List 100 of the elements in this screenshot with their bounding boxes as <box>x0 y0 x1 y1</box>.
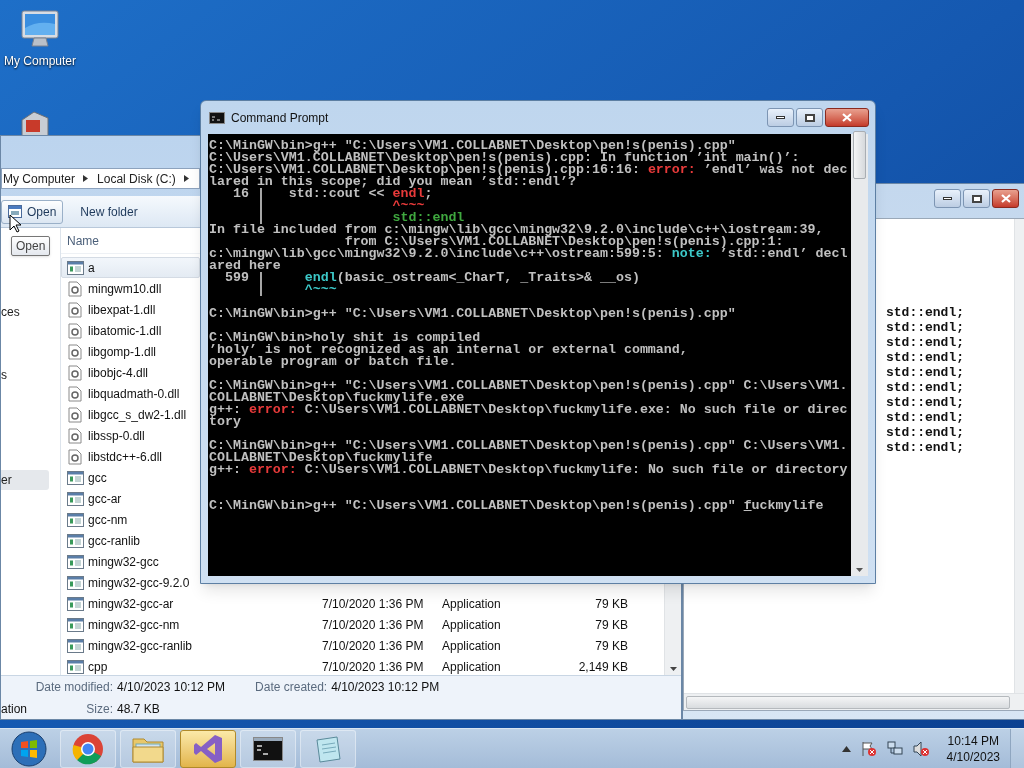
nav-item[interactable]: s <box>1 365 49 385</box>
file-row[interactable]: libexpat-1.dll <box>61 299 200 320</box>
breadcrumb-item[interactable]: Local Disk (C:) <box>96 169 176 188</box>
terminal-line: C:\MinGW\bin>g++ "C:\Users\VM1.COLLABNET\Desktop\pen!s(penis).cpp" C:\Users\VM1. <box>209 380 849 392</box>
application-icon <box>66 596 84 611</box>
file-row[interactable]: gcc-nm <box>61 509 200 530</box>
maximize-button[interactable] <box>796 108 823 127</box>
file-row[interactable]: mingw32-gcc-nm 7/10/2020 1:36 PM Application 79 KB <box>61 614 661 635</box>
file-row[interactable]: libssp-0.dll <box>61 425 200 446</box>
toolbar-button[interactable]: Open <box>1 199 64 224</box>
terminal-line: ’holy’ is not recognized as an internal or external command, <box>209 344 689 356</box>
scrollbar[interactable] <box>851 134 868 576</box>
terminal-line: 599 | endl(basic_ostream<_CharT, _Traits>& __os) <box>223 272 641 284</box>
file-name: libatomic-1.dll <box>88 322 162 340</box>
scroll-down-icon[interactable] <box>669 667 677 671</box>
application-icon <box>66 491 84 506</box>
nav-item[interactable]: er <box>1 470 49 490</box>
console-icon <box>209 111 225 124</box>
file-row[interactable]: libgcc_s_dw2-1.dll <box>61 404 200 425</box>
terminal-line: | ^~~~ <box>255 284 337 296</box>
terminal-line: C:\Users\VM1.COLLABNET\Desktop\pen!s(penis).cpp:16:16: error: ’endl’ was not dec <box>209 164 849 176</box>
chevron-icon <box>83 175 89 182</box>
detail-label: Size: <box>85 700 113 718</box>
close-button[interactable] <box>825 108 869 127</box>
maximize-button[interactable] <box>963 189 990 208</box>
file-row[interactable]: gcc <box>61 467 200 488</box>
date-cell-text: 7/10/2020 1:36 PM <box>322 595 425 613</box>
file-row[interactable]: a <box>61 257 200 278</box>
application-icon <box>66 470 84 485</box>
file-row[interactable]: libquadmath-0.dll <box>61 383 200 404</box>
close-icon <box>1000 194 1011 203</box>
type-cell-text: Application <box>442 637 502 655</box>
application-icon <box>66 533 84 548</box>
file-row[interactable]: mingw32-gcc <box>61 551 200 572</box>
code-line: std::endl; <box>886 395 965 410</box>
file-row[interactable]: libobjc-4.dll <box>61 362 200 383</box>
file-name: libexpat-1.dll <box>88 301 156 319</box>
code-line: std::endl; <box>886 380 965 395</box>
terminal-line: ared here <box>209 260 281 272</box>
nav-item[interactable]: ces <box>1 302 49 322</box>
toolbar-button[interactable]: New folder <box>73 199 145 224</box>
size-cell-text: 79 KB <box>594 637 628 655</box>
file-name: libobjc-4.dll <box>88 364 149 382</box>
terminal-line: lared in this scope; did you mean ’std::endl’? <box>209 176 577 188</box>
column-header[interactable]: Name <box>67 231 99 250</box>
scrollbar[interactable] <box>684 693 1024 710</box>
start-button[interactable] <box>9 730 49 767</box>
gear-file-icon <box>68 448 82 465</box>
minimize-button[interactable] <box>934 189 961 208</box>
gear-file-icon <box>68 385 82 402</box>
terminal-line: C:\MinGW\bin>g++ "C:\Users\VM1.COLLABNET\Desktop\pen!s(penis).cpp" fuckmylife <box>209 500 825 512</box>
date-cell-text: 7/10/2020 1:36 PM <box>322 616 425 634</box>
file-name: gcc <box>88 469 107 487</box>
file-row[interactable]: libstdc++-6.dll <box>61 446 200 467</box>
scroll-thumb[interactable] <box>853 131 866 179</box>
network-icon[interactable] <box>886 740 903 757</box>
code-line: std::endl; <box>886 410 965 425</box>
clock-time[interactable]: 10:14 PM <box>947 732 999 749</box>
flag-icon[interactable] <box>860 740 877 757</box>
file-name: mingw32-gcc <box>88 553 159 571</box>
clock-date[interactable]: 4/10/2023 <box>946 748 1000 765</box>
file-name: mingw32-gcc-ranlib <box>88 637 193 655</box>
terminal-line: | std::endl <box>256 212 465 224</box>
terminal-line: g++: error: C:\Users\VM1.COLLABNET\Desktop\fuckmylife: No such file or directory <box>209 464 849 476</box>
gear-file-icon <box>68 322 82 339</box>
terminal-line: | ^~~~ <box>255 200 425 212</box>
file-row[interactable]: mingw32-gcc-ar 7/10/2020 1:36 PM Application 79 KB <box>61 593 661 614</box>
terminal-line: C:\MinGW\bin>g++ "C:\Users\VM1.COLLABNET\Desktop\pen!s(penis).cpp" C:\Users\VM1. <box>209 440 849 452</box>
application-icon <box>66 554 84 569</box>
file-name: libgomp-1.dll <box>88 343 157 361</box>
detail-value: 4/10/2023 10:12 PM <box>117 678 226 696</box>
file-row[interactable]: mingwm10.dll <box>61 278 200 299</box>
terminal-line: COLLABNET\Desktop\fuckmylife.exe <box>209 392 465 404</box>
file-name: gcc-nm <box>88 511 128 529</box>
detail-label: Date created: <box>255 678 328 696</box>
terminal-line: operable program or batch file. <box>209 356 458 368</box>
address-bar[interactable]: My Computer Local Disk (C:) <box>1 168 200 189</box>
minimize-button[interactable] <box>767 108 794 127</box>
gear-file-icon <box>68 364 82 381</box>
code-line: std::endl; <box>886 320 965 335</box>
speaker-muted-icon[interactable] <box>912 740 929 757</box>
file-name: cpp <box>88 658 108 675</box>
close-icon <box>842 113 852 122</box>
desktop-icon-label[interactable]: My Computer <box>4 54 76 68</box>
file-row[interactable]: gcc-ar <box>61 488 200 509</box>
terminal-line: COLLABNET\Desktop\fuckmylife <box>209 452 433 464</box>
file-row[interactable]: mingw32-gcc-ranlib 7/10/2020 1:36 PM Application 79 KB <box>61 635 661 656</box>
file-row[interactable]: cpp 7/10/2020 1:36 PM Application 2,149 KB <box>61 656 661 675</box>
file-row[interactable]: mingw32-gcc-9.2.0 <box>61 572 200 593</box>
round-logo-icon <box>72 732 104 765</box>
terminal-line: C:\MinGW\bin>holy shit is compiled <box>209 332 481 344</box>
file-row[interactable]: gcc-ranlib <box>61 530 200 551</box>
file-row[interactable]: libatomic-1.dll <box>61 320 200 341</box>
detail-label: Date modified: <box>34 678 113 696</box>
breadcrumb-item[interactable]: My Computer <box>2 169 76 188</box>
file-name: libstdc++-6.dll <box>88 448 163 466</box>
scroll-down-icon[interactable] <box>856 568 863 572</box>
close-button[interactable] <box>992 189 1019 208</box>
show-hidden-icons[interactable] <box>841 745 851 752</box>
file-row[interactable]: libgomp-1.dll <box>61 341 200 362</box>
